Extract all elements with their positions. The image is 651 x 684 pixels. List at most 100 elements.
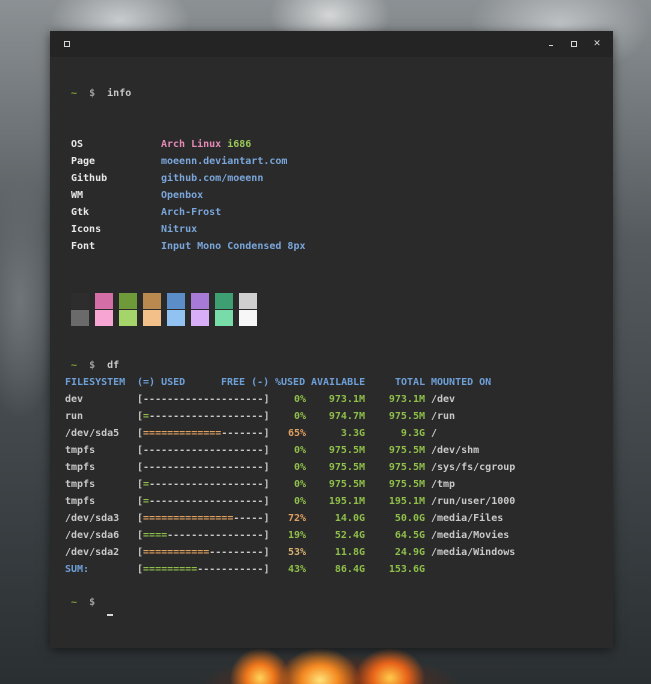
df-avail: 975.5M [311, 479, 365, 491]
df-fs: /dev/sda6 [65, 530, 119, 542]
df-avail-text: 195.1M [328, 496, 365, 507]
df-fs-text: SUM: [65, 564, 90, 575]
info-row: Gtk [71, 207, 89, 219]
df-avail-text: 975.5M [328, 445, 365, 456]
df-mount: /media/Files [431, 513, 503, 525]
df-header-cell: AVAILABLE [311, 377, 365, 389]
df-fs: run [65, 411, 83, 423]
df-pct: 43% [288, 564, 306, 576]
info-row: Page [71, 156, 95, 168]
df-fs: tmpfs [65, 445, 95, 457]
df-pct-text: 0% [293, 445, 306, 456]
df-fs: tmpfs [65, 479, 95, 491]
prompt-line-empty: ~ $ [71, 597, 107, 609]
info-label: Page [71, 156, 96, 167]
df-mount: /tmp [431, 479, 455, 491]
df-pct-text: 0% [293, 462, 306, 473]
bar-free: ------------------- [149, 411, 264, 422]
bar-bracket: ] [263, 394, 270, 405]
df-total-text: 64.5G [394, 530, 425, 541]
info-value-line: github.com/moeenn [161, 173, 263, 185]
df-mount-text: /run/user/1000 [431, 496, 516, 507]
df-fs: /dev/sda5 [65, 428, 119, 440]
color-swatch-bottom [143, 310, 161, 326]
df-avail-text: 11.8G [334, 547, 365, 558]
df-avail-text: 52.4G [334, 530, 365, 541]
df-fs-text: /dev/sda2 [65, 547, 120, 558]
window-titlebar[interactable]: ✕ [50, 31, 613, 57]
bar-bracket: ] [263, 496, 270, 507]
prompt-dollar: $ [89, 597, 96, 608]
info-row: Icons [71, 224, 101, 236]
df-mount: /dev/shm [431, 445, 479, 457]
prompt-tilde: ~ [71, 88, 78, 99]
bar-used: ============= [143, 428, 222, 439]
df-avail: 3.3G [311, 428, 365, 440]
df-header-cell: FREE (-) [221, 377, 269, 389]
df-total-text: 24.9G [394, 547, 425, 558]
df-total-text: 975.5M [388, 445, 425, 456]
df-total: 975.5M [377, 462, 425, 474]
info-value-line: Openbox [161, 190, 203, 202]
df-mount-text: /dev [431, 394, 456, 405]
color-swatch-top [215, 293, 233, 309]
command-text: info [107, 88, 132, 99]
info-value-extra: i686 [227, 139, 252, 150]
df-avail: 973.1M [311, 394, 365, 406]
prompt-dollar: $ [89, 88, 96, 99]
df-total-text: 973.1M [388, 394, 425, 405]
df-total: 64.5G [377, 530, 425, 542]
df-total-text: 975.5M [388, 411, 425, 422]
df-fs-text: tmpfs [65, 479, 96, 490]
df-mount-text: /dev/shm [431, 445, 480, 456]
close-icon[interactable]: ✕ [590, 37, 604, 51]
bar-used: ========= [143, 564, 198, 575]
df-fs-text: tmpfs [65, 496, 96, 507]
df-fs-text: /dev/sda5 [65, 428, 120, 439]
df-pct: 65% [288, 428, 306, 440]
prompt-line-info: ~ $ info [71, 88, 131, 100]
terminal-window[interactable]: ✕ ~ $ info OS Arch Linux i686 Page moeenn.de… [50, 31, 613, 648]
bar-used: =============== [143, 513, 234, 524]
bar-free: ---------------- [167, 530, 264, 541]
df-total: 9.3G [377, 428, 425, 440]
bar-bracket: ] [263, 445, 270, 456]
df-total: 195.1M [377, 496, 425, 508]
info-value: Nitrux [161, 224, 198, 235]
df-total-text: 153.6G [388, 564, 425, 575]
bar-free: ----- [233, 513, 264, 524]
df-mount-text: /media/Windows [431, 547, 516, 558]
bar-free: ------------------- [149, 496, 264, 507]
df-avail-text: 3.3G [340, 428, 365, 439]
df-avail: 975.5M [311, 462, 365, 474]
df-avail: 11.8G [311, 547, 365, 559]
df-pct-text: 0% [293, 496, 306, 507]
df-pct: 0% [288, 394, 306, 406]
df-avail: 14.0G [311, 513, 365, 525]
df-mount: /dev [431, 394, 455, 406]
bar-bracket: ] [263, 564, 270, 575]
window-menu-icon[interactable] [60, 37, 74, 51]
color-swatch-bottom [95, 310, 113, 326]
info-value-line: Arch Linux i686 [161, 139, 251, 151]
df-usage-bar: [=-------------------] [137, 496, 269, 508]
df-sum-fs: SUM: [65, 564, 89, 576]
color-swatch-bottom [239, 310, 257, 326]
color-swatch-top [143, 293, 161, 309]
color-swatch-top [167, 293, 185, 309]
minimize-icon[interactable] [544, 37, 558, 51]
df-fs-text: tmpfs [65, 462, 96, 473]
info-label: Font [71, 241, 96, 252]
df-usage-bar: [--------------------] [137, 394, 269, 406]
df-mount: /sys/fs/cgroup [431, 462, 515, 474]
df-pct-text: 72% [288, 513, 307, 524]
df-fs-text: /dev/sda3 [65, 513, 120, 524]
df-fs-text: tmpfs [65, 445, 96, 456]
maximize-icon[interactable] [567, 37, 581, 51]
color-swatch-top [71, 293, 89, 309]
color-swatch-bottom [167, 310, 185, 326]
color-swatch-top [119, 293, 137, 309]
df-usage-bar: [--------------------] [137, 445, 269, 457]
df-usage-bar: [===============-----] [137, 513, 269, 525]
df-usage-bar: [====----------------] [137, 530, 269, 542]
